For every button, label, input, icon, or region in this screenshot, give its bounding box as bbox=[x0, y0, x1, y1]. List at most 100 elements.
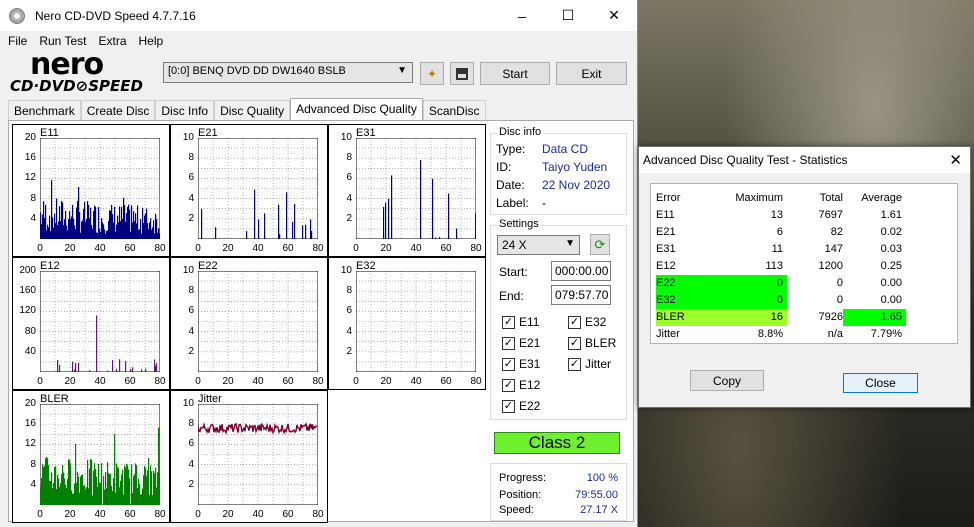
menu-help[interactable]: Help bbox=[133, 34, 170, 48]
tab-disc-quality[interactable]: Disc Quality bbox=[214, 100, 291, 121]
y-tick-label: 20 bbox=[24, 398, 36, 409]
close-dialog-button[interactable]: Close bbox=[843, 373, 918, 393]
checkbox-label: BLER bbox=[585, 336, 617, 350]
checkbox-jitter[interactable]: ✓ Jitter bbox=[568, 357, 611, 371]
start-time-input[interactable]: 000:00.00 bbox=[551, 261, 611, 281]
y-tick-label: 6 bbox=[346, 305, 352, 317]
checkbox-label: E32 bbox=[585, 315, 607, 329]
dialog-title-bar[interactable]: Advanced Disc Quality Test - Statistics … bbox=[639, 147, 970, 173]
tab-disc-info[interactable]: Disc Info bbox=[155, 100, 215, 121]
close-button[interactable]: ✕ bbox=[591, 0, 637, 31]
x-tick-label: 0 bbox=[195, 376, 201, 387]
checkbox-e11[interactable]: ✓ E11 bbox=[502, 315, 539, 329]
x-tick-label: 60 bbox=[124, 509, 136, 520]
x-tick-label: 20 bbox=[380, 243, 392, 254]
bar bbox=[129, 478, 131, 505]
drive-select[interactable]: [0:0] BENQ DVD DD DW1640 BSLB ▼ bbox=[163, 62, 413, 83]
disc-info-button[interactable]: ✦ bbox=[420, 62, 444, 85]
menu-file[interactable]: File bbox=[2, 34, 33, 48]
cell-total: 147 bbox=[824, 243, 843, 255]
cell-total: 7926 bbox=[818, 311, 843, 323]
bar bbox=[292, 221, 294, 239]
bar bbox=[107, 370, 109, 372]
cell-max: 16 bbox=[726, 309, 787, 326]
x-tick-label: 0 bbox=[37, 376, 43, 387]
y-tick-label: 8 bbox=[188, 152, 194, 164]
dialog-title: Advanced Disc Quality Test - Statistics bbox=[643, 153, 848, 167]
y-tick-label: 4 bbox=[346, 192, 352, 204]
bar bbox=[294, 203, 296, 239]
start-button[interactable]: Start bbox=[480, 62, 550, 85]
table-row: E11 13 7697 1.61 bbox=[656, 207, 952, 224]
position-value: 79:55.00 bbox=[575, 489, 618, 501]
tab-advanced-disc-quality[interactable]: Advanced Disc Quality bbox=[290, 98, 423, 121]
title-bar[interactable]: Nero CD-DVD Speed 4.7.7.16 – ☐ ✕ bbox=[0, 0, 637, 31]
cell-max: 13 bbox=[770, 209, 783, 221]
x-tick-label: 0 bbox=[37, 243, 43, 254]
x-tick-label: 0 bbox=[353, 243, 359, 254]
bar bbox=[159, 233, 160, 239]
cell-max: 113 bbox=[765, 260, 783, 272]
bar bbox=[264, 213, 266, 239]
type-label: Type: bbox=[496, 142, 526, 156]
bar bbox=[391, 175, 393, 239]
checkbox-e31[interactable]: ✓ E31 bbox=[502, 357, 540, 371]
checkbox-e22[interactable]: ✓ E22 bbox=[502, 399, 540, 413]
save-button[interactable] bbox=[450, 62, 474, 85]
cell-avg: 0.25 bbox=[880, 260, 902, 272]
bar bbox=[439, 237, 441, 239]
y-tick-label: 40 bbox=[24, 345, 36, 357]
tab-scandisc[interactable]: ScanDisc bbox=[422, 100, 486, 121]
x-tick-label: 80 bbox=[154, 509, 166, 520]
plot-area bbox=[356, 271, 476, 372]
statistics-dialog: Advanced Disc Quality Test - Statistics … bbox=[638, 146, 971, 408]
bar bbox=[254, 189, 256, 239]
speed-select[interactable]: 24 X ▼ bbox=[497, 235, 580, 255]
tab-benchmark[interactable]: Benchmark bbox=[8, 100, 81, 121]
bar bbox=[59, 364, 61, 372]
menu-run-test[interactable]: Run Test bbox=[33, 34, 92, 48]
y-tick-label: 80 bbox=[24, 325, 36, 337]
speed-select-value: 24 X bbox=[502, 238, 527, 252]
minimize-button[interactable]: – bbox=[499, 0, 545, 31]
checkbox-bler[interactable]: ✓ BLER bbox=[568, 336, 616, 350]
y-tick-label: 2 bbox=[188, 478, 194, 490]
y-tick-label: 10 bbox=[340, 132, 352, 143]
bar bbox=[279, 234, 281, 239]
y-tick-label: 10 bbox=[182, 265, 194, 276]
disc-refresh-icon: ✦ bbox=[426, 66, 438, 81]
y-tick-label: 8 bbox=[188, 285, 194, 297]
checkbox-e21[interactable]: ✓ E21 bbox=[502, 336, 540, 350]
cell-max: 0 bbox=[726, 275, 787, 292]
x-tick-label: 60 bbox=[440, 243, 452, 254]
y-tick-label: 8 bbox=[30, 192, 36, 204]
checkbox-e32[interactable]: ✓ E32 bbox=[568, 315, 606, 329]
bar bbox=[383, 206, 385, 239]
cell-total: 0 bbox=[836, 294, 843, 306]
speed-value: 27.17 X bbox=[580, 504, 618, 516]
exit-button[interactable]: Exit bbox=[556, 62, 627, 85]
x-tick-label: 20 bbox=[222, 509, 234, 520]
x-tick-label: 40 bbox=[410, 376, 422, 387]
maximize-button[interactable]: ☐ bbox=[545, 0, 591, 31]
copy-button[interactable]: Copy bbox=[690, 370, 764, 391]
end-time-input[interactable]: 079:57.70 bbox=[551, 285, 611, 305]
table-row: E12 113 1200 0.25 bbox=[656, 258, 952, 275]
cell-error: E22 bbox=[656, 275, 726, 292]
bar bbox=[132, 367, 134, 372]
cell-total: 1200 bbox=[818, 260, 843, 272]
tab-create-disc[interactable]: Create Disc bbox=[80, 100, 156, 121]
label-value: - bbox=[542, 196, 546, 210]
menu-extra[interactable]: Extra bbox=[92, 34, 132, 48]
checkbox-e12[interactable]: ✓ E12 bbox=[502, 378, 540, 392]
checkbox-label: E11 bbox=[519, 315, 540, 329]
x-tick-label: 80 bbox=[470, 376, 482, 387]
refresh-speed-button[interactable]: ⟳ bbox=[590, 234, 610, 255]
cell-error: E21 bbox=[656, 226, 676, 238]
x-tick-label: 80 bbox=[470, 243, 482, 254]
x-tick-label: 60 bbox=[282, 509, 294, 520]
x-tick-label: 60 bbox=[282, 376, 294, 387]
dialog-close-icon[interactable]: ✕ bbox=[949, 151, 962, 169]
cell-max: 0 bbox=[726, 292, 787, 309]
x-tick-label: 60 bbox=[124, 243, 136, 254]
